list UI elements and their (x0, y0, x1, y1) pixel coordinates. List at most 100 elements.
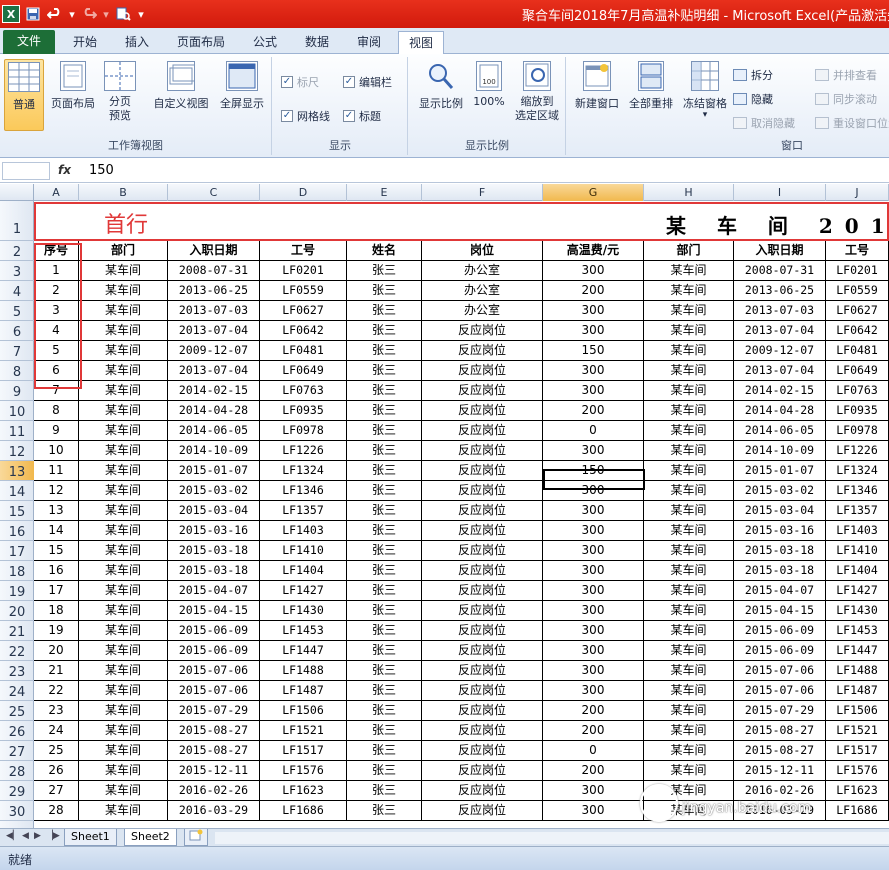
next-sheet-icon[interactable]: ▶ (34, 831, 41, 841)
column-title[interactable]: 姓名 (347, 241, 422, 261)
table-cell[interactable]: 某车间 (79, 681, 168, 701)
new-window-button[interactable]: 新建窗口 (571, 59, 623, 131)
table-cell[interactable]: 2015-07-06 (168, 661, 260, 681)
table-cell[interactable]: 2016-02-26 (168, 781, 260, 801)
table-cell[interactable]: 2015-07-06 (734, 661, 826, 681)
table-cell[interactable]: 0 (543, 741, 644, 761)
table-cell[interactable]: 某车间 (644, 501, 734, 521)
table-cell[interactable]: LF0481 (826, 341, 889, 361)
table-cell[interactable]: 300 (543, 541, 644, 561)
table-cell[interactable]: 12 (34, 481, 79, 501)
tab-page-layout[interactable]: 页面布局 (166, 31, 236, 54)
table-cell[interactable]: 张三 (347, 581, 422, 601)
column-header-a[interactable]: A (34, 184, 79, 201)
table-cell[interactable]: 某车间 (644, 541, 734, 561)
worksheet-grid[interactable]: 首行 某 车 间 2018 年 7 月 序号部门入职日期工号姓名岗位高温费/元部… (34, 201, 889, 828)
table-cell[interactable]: 2015-07-06 (734, 681, 826, 701)
table-cell[interactable]: 2016-03-29 (734, 801, 826, 821)
table-cell[interactable]: 2015-08-27 (168, 741, 260, 761)
table-cell[interactable]: 反应岗位 (422, 421, 543, 441)
table-cell[interactable]: 张三 (347, 521, 422, 541)
custom-views-button[interactable]: 自定义视图 (150, 59, 212, 131)
table-cell[interactable]: 2015-03-18 (168, 541, 260, 561)
table-cell[interactable]: 3 (34, 301, 79, 321)
table-cell[interactable]: 反应岗位 (422, 761, 543, 781)
table-cell[interactable]: 反应岗位 (422, 361, 543, 381)
unhide-button[interactable]: 取消隐藏 (733, 114, 795, 132)
table-cell[interactable]: LF1226 (826, 441, 889, 461)
row-header-8[interactable]: 8 (0, 361, 34, 381)
row-header-21[interactable]: 21 (0, 621, 34, 641)
table-cell[interactable]: LF0481 (260, 341, 347, 361)
table-cell[interactable]: 张三 (347, 621, 422, 641)
table-cell[interactable]: 某车间 (79, 401, 168, 421)
table-cell[interactable]: 张三 (347, 601, 422, 621)
table-cell[interactable]: LF1324 (260, 461, 347, 481)
table-cell[interactable]: 10 (34, 441, 79, 461)
table-cell[interactable]: 某车间 (79, 521, 168, 541)
table-cell[interactable]: 某车间 (79, 721, 168, 741)
table-cell[interactable]: 张三 (347, 541, 422, 561)
table-cell[interactable]: 300 (543, 581, 644, 601)
table-cell[interactable]: 2014-10-09 (734, 441, 826, 461)
table-cell[interactable]: LF1517 (260, 741, 347, 761)
full-screen-button[interactable]: 全屏显示 (216, 59, 268, 131)
headings-checkbox[interactable]: ✓ 标题 (343, 107, 381, 125)
row-header-15[interactable]: 15 (0, 501, 34, 521)
table-cell[interactable]: 反应岗位 (422, 501, 543, 521)
table-cell[interactable]: 反应岗位 (422, 741, 543, 761)
table-cell[interactable]: 2015-06-09 (734, 641, 826, 661)
column-header-h[interactable]: H (644, 184, 734, 201)
row-header-1[interactable]: 1 (0, 201, 34, 241)
column-header-e[interactable]: E (347, 184, 422, 201)
table-cell[interactable]: 200 (543, 761, 644, 781)
table-cell[interactable]: 300 (543, 601, 644, 621)
table-cell[interactable]: 2015-06-09 (168, 621, 260, 641)
table-cell[interactable]: 2015-03-02 (734, 481, 826, 501)
table-cell[interactable]: 2015-12-11 (734, 761, 826, 781)
table-cell[interactable]: 300 (543, 781, 644, 801)
table-cell[interactable]: LF1488 (260, 661, 347, 681)
zoom-button[interactable]: 显示比例 (413, 59, 469, 131)
table-cell[interactable]: LF1521 (826, 721, 889, 741)
insert-function-icon[interactable]: fx (58, 163, 71, 177)
tab-review[interactable]: 审阅 (346, 31, 392, 54)
table-cell[interactable]: 张三 (347, 501, 422, 521)
tab-home[interactable]: 开始 (62, 31, 108, 54)
table-cell[interactable]: 反应岗位 (422, 801, 543, 821)
column-header-d[interactable]: D (260, 184, 347, 201)
table-cell[interactable]: 2016-03-29 (168, 801, 260, 821)
table-cell[interactable]: 2013-07-03 (734, 301, 826, 321)
table-cell[interactable]: 反应岗位 (422, 601, 543, 621)
table-cell[interactable]: 2014-04-28 (168, 401, 260, 421)
table-cell[interactable]: LF1487 (260, 681, 347, 701)
table-cell[interactable]: 2009-12-07 (734, 341, 826, 361)
table-cell[interactable]: 某车间 (644, 661, 734, 681)
row-header-14[interactable]: 14 (0, 481, 34, 501)
table-cell[interactable]: 反应岗位 (422, 461, 543, 481)
sheet-tab-sheet1[interactable]: Sheet1 (64, 829, 117, 846)
table-cell[interactable]: 300 (543, 621, 644, 641)
table-cell[interactable]: LF1427 (826, 581, 889, 601)
table-cell[interactable]: 200 (543, 721, 644, 741)
split-button[interactable]: 拆分 (733, 66, 773, 84)
table-cell[interactable]: 300 (543, 381, 644, 401)
table-cell[interactable]: 8 (34, 401, 79, 421)
table-cell[interactable]: 2015-07-06 (168, 681, 260, 701)
table-cell[interactable]: 某车间 (79, 741, 168, 761)
row-header-7[interactable]: 7 (0, 341, 34, 361)
table-cell[interactable]: 1 (34, 261, 79, 281)
table-cell[interactable]: 26 (34, 761, 79, 781)
sync-scroll-button[interactable]: 同步滚动 (815, 90, 877, 108)
table-cell[interactable]: 办公室 (422, 301, 543, 321)
table-cell[interactable]: 张三 (347, 761, 422, 781)
table-cell[interactable]: 2015-08-27 (734, 721, 826, 741)
column-header-i[interactable]: I (734, 184, 826, 201)
table-cell[interactable]: 张三 (347, 301, 422, 321)
table-cell[interactable]: 28 (34, 801, 79, 821)
table-cell[interactable]: 2013-07-04 (734, 321, 826, 341)
table-cell[interactable]: 150 (543, 461, 644, 481)
table-cell[interactable]: LF1686 (826, 801, 889, 821)
row-header-12[interactable]: 12 (0, 441, 34, 461)
table-cell[interactable]: LF1430 (826, 601, 889, 621)
